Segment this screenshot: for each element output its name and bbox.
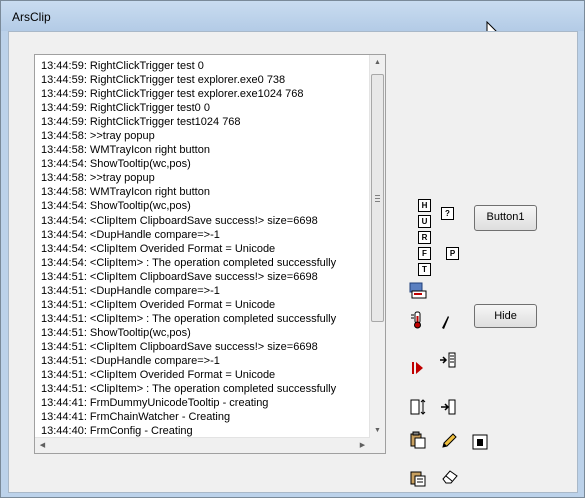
eraser-icon[interactable] [441, 467, 459, 485]
log-line[interactable]: 13:44:54: <DupHandle compare=>-1 [41, 228, 366, 242]
horizontal-scrollbar[interactable]: ◀ ▶ [35, 437, 370, 453]
arsclip-window: ArsClip 13:44:59: RightClickTrigger test… [0, 0, 585, 498]
log-line[interactable]: 13:44:51: <DupHandle compare=>-1 [41, 354, 366, 368]
log-line[interactable]: 13:44:58: >>tray popup [41, 171, 366, 185]
p-button[interactable]: P [446, 247, 459, 260]
t-button[interactable]: T [418, 263, 431, 276]
clipboard-list-icon[interactable] [409, 281, 427, 299]
thermometer-icon[interactable] [409, 311, 427, 329]
log-line[interactable]: 13:44:59: RightClickTrigger test explore… [41, 87, 366, 101]
log-line[interactable]: 13:44:51: <ClipItem ClipboardSave succes… [41, 270, 366, 284]
log-line[interactable]: 13:44:54: <ClipItem> : The operation com… [41, 256, 366, 270]
log-line[interactable]: 13:44:41: FrmDummyUnicodeTooltip - creat… [41, 396, 366, 410]
r-button[interactable]: R [418, 231, 431, 244]
log-line[interactable]: 13:44:59: RightClickTrigger test1024 768 [41, 115, 366, 129]
log-line[interactable]: 13:44:51: <DupHandle compare=>-1 [41, 284, 366, 298]
hide-button[interactable]: Hide [474, 304, 537, 328]
log-line[interactable]: 13:44:54: ShowTooltip(wc,pos) [41, 199, 366, 213]
help-button[interactable]: ? [441, 207, 454, 220]
log-lines: 13:44:59: RightClickTrigger test 0 13:44:… [41, 59, 366, 438]
scroll-right-arrow-icon[interactable]: ▶ [355, 438, 370, 453]
window-title: ArsClip [12, 10, 51, 24]
pencil-icon[interactable] [440, 432, 458, 450]
log-line[interactable]: 13:44:51: <ClipItem ClipboardSave succes… [41, 340, 366, 354]
h-button[interactable]: H [418, 199, 431, 212]
button1[interactable]: Button1 [474, 205, 537, 231]
log-listbox[interactable]: 13:44:59: RightClickTrigger test 0 13:44:… [34, 54, 386, 454]
scroll-thumb[interactable] [371, 74, 384, 322]
align-right-icon[interactable] [439, 351, 457, 369]
grip-line [375, 198, 380, 199]
log-line[interactable]: 13:44:54: <ClipItem Overided Format = Un… [41, 242, 366, 256]
u-button[interactable]: U [418, 215, 431, 228]
pen-nib-icon[interactable] [437, 313, 455, 331]
client-area: 13:44:59: RightClickTrigger test 0 13:44:… [8, 31, 578, 493]
paste-special-icon[interactable] [409, 469, 427, 487]
scroll-corner [370, 438, 385, 453]
log-line[interactable]: 13:44:51: <ClipItem> : The operation com… [41, 312, 366, 326]
log-line[interactable]: 13:44:51: <ClipItem> : The operation com… [41, 382, 366, 396]
grip-line [375, 195, 380, 196]
document-icon[interactable] [471, 433, 489, 451]
log-line[interactable]: 13:44:58: WMTrayIcon right button [41, 143, 366, 157]
vertical-scrollbar[interactable]: ▲ ▼ [369, 55, 385, 438]
log-line[interactable]: 13:44:51: ShowTooltip(wc,pos) [41, 326, 366, 340]
red-arrow-icon[interactable] [409, 359, 427, 377]
log-line[interactable]: 13:44:59: RightClickTrigger test0 0 [41, 101, 366, 115]
scroll-left-arrow-icon[interactable]: ◀ [35, 438, 50, 453]
log-line[interactable]: 13:44:59: RightClickTrigger test explore… [41, 73, 366, 87]
log-line[interactable]: 13:44:59: RightClickTrigger test 0 [41, 59, 366, 73]
log-line[interactable]: 13:44:54: ShowTooltip(wc,pos) [41, 157, 366, 171]
log-line[interactable]: 13:44:51: <ClipItem Overided Format = Un… [41, 298, 366, 312]
paste-icon[interactable] [409, 431, 427, 449]
log-line[interactable]: 13:44:54: <ClipItem ClipboardSave succes… [41, 214, 366, 228]
column-resize-icon[interactable] [409, 398, 427, 416]
log-line[interactable]: 13:44:58: WMTrayIcon right button [41, 185, 366, 199]
log-line[interactable]: 13:44:41: FrmChainWatcher - Creating [41, 410, 366, 424]
f-button[interactable]: F [418, 247, 431, 260]
log-line[interactable]: 13:44:51: <ClipItem Overided Format = Un… [41, 368, 366, 382]
split-cursor-icon[interactable] [439, 398, 457, 416]
scroll-up-arrow-icon[interactable]: ▲ [370, 55, 385, 70]
grip-line [375, 201, 380, 202]
scroll-down-arrow-icon[interactable]: ▼ [370, 423, 385, 438]
log-line[interactable]: 13:44:58: >>tray popup [41, 129, 366, 143]
